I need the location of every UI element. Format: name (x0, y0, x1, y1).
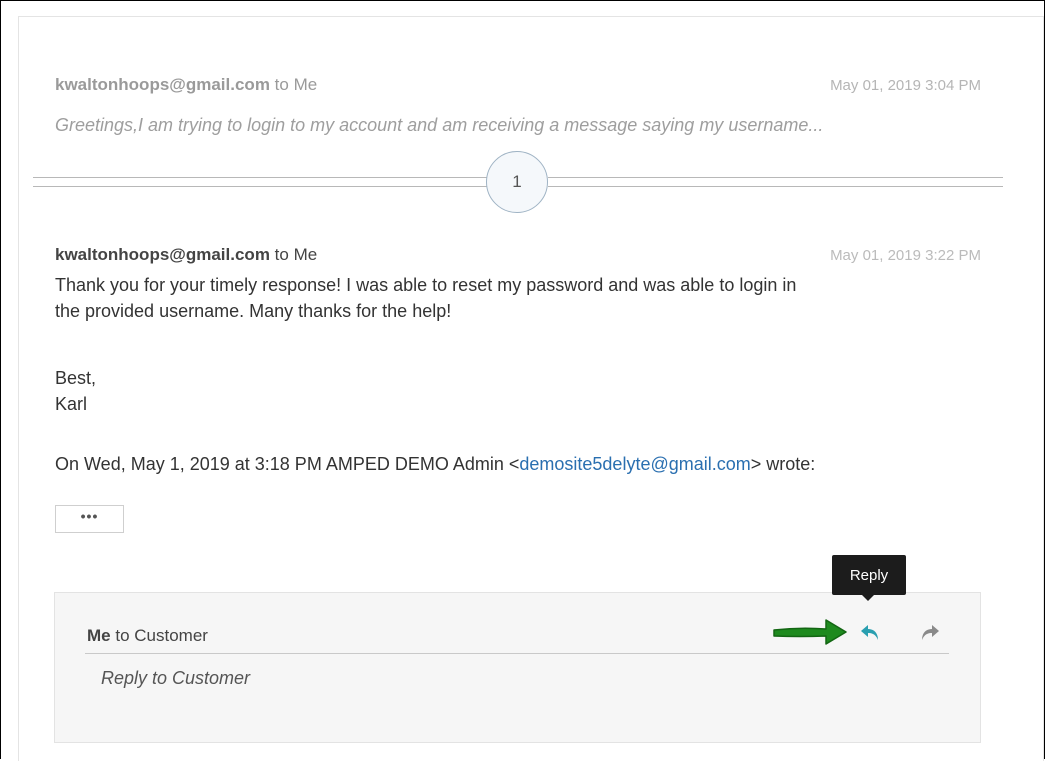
quote-email-link[interactable]: demosite5delyte@gmail.com (519, 454, 750, 474)
thread-divider-right (548, 177, 1003, 187)
thread-divider-left (33, 177, 488, 187)
quote-prefix: On Wed, May 1, 2019 at 3:18 PM AMPED DEM… (55, 454, 520, 474)
reply-tooltip: Reply (832, 555, 906, 595)
first-message-sender: kwaltonhoops@gmail.com (55, 75, 270, 94)
annotation-arrow-icon (770, 615, 850, 654)
first-message-date: May 01, 2019 3:04 PM (830, 77, 981, 94)
quoted-reply-header: On Wed, May 1, 2019 at 3:18 PM AMPED DEM… (55, 451, 815, 477)
reply-header: Me to Customer (87, 626, 208, 646)
reply-input[interactable]: Reply to Customer (101, 668, 250, 689)
first-message-header[interactable]: kwaltonhoops@gmail.com to Me (55, 75, 317, 95)
reply-to: to Customer (115, 626, 208, 645)
first-message-preview[interactable]: Greetings,I am trying to login to my acc… (55, 115, 823, 136)
show-quoted-text-button[interactable]: ••• (55, 505, 124, 533)
reply-from: Me (87, 626, 111, 645)
second-message-header[interactable]: kwaltonhoops@gmail.com to Me (55, 245, 317, 265)
forward-icon[interactable] (917, 620, 943, 646)
second-message-sender: kwaltonhoops@gmail.com (55, 245, 270, 264)
message-body-line: Best, (55, 368, 97, 388)
quote-suffix: > wrote: (750, 454, 816, 474)
reply-icon[interactable] (857, 620, 883, 646)
message-body-line: Thank you for your timely response! I wa… (55, 275, 797, 295)
message-body-line: Karl (55, 394, 88, 414)
collapsed-messages-count[interactable]: 1 (486, 151, 548, 213)
first-message-recipient: to Me (274, 75, 318, 94)
tooltip-arrow (862, 595, 874, 601)
message-body-line: the provided username. Many thanks for t… (55, 301, 452, 321)
second-message-recipient: to Me (274, 245, 318, 264)
second-message-date: May 01, 2019 3:22 PM (830, 247, 981, 264)
